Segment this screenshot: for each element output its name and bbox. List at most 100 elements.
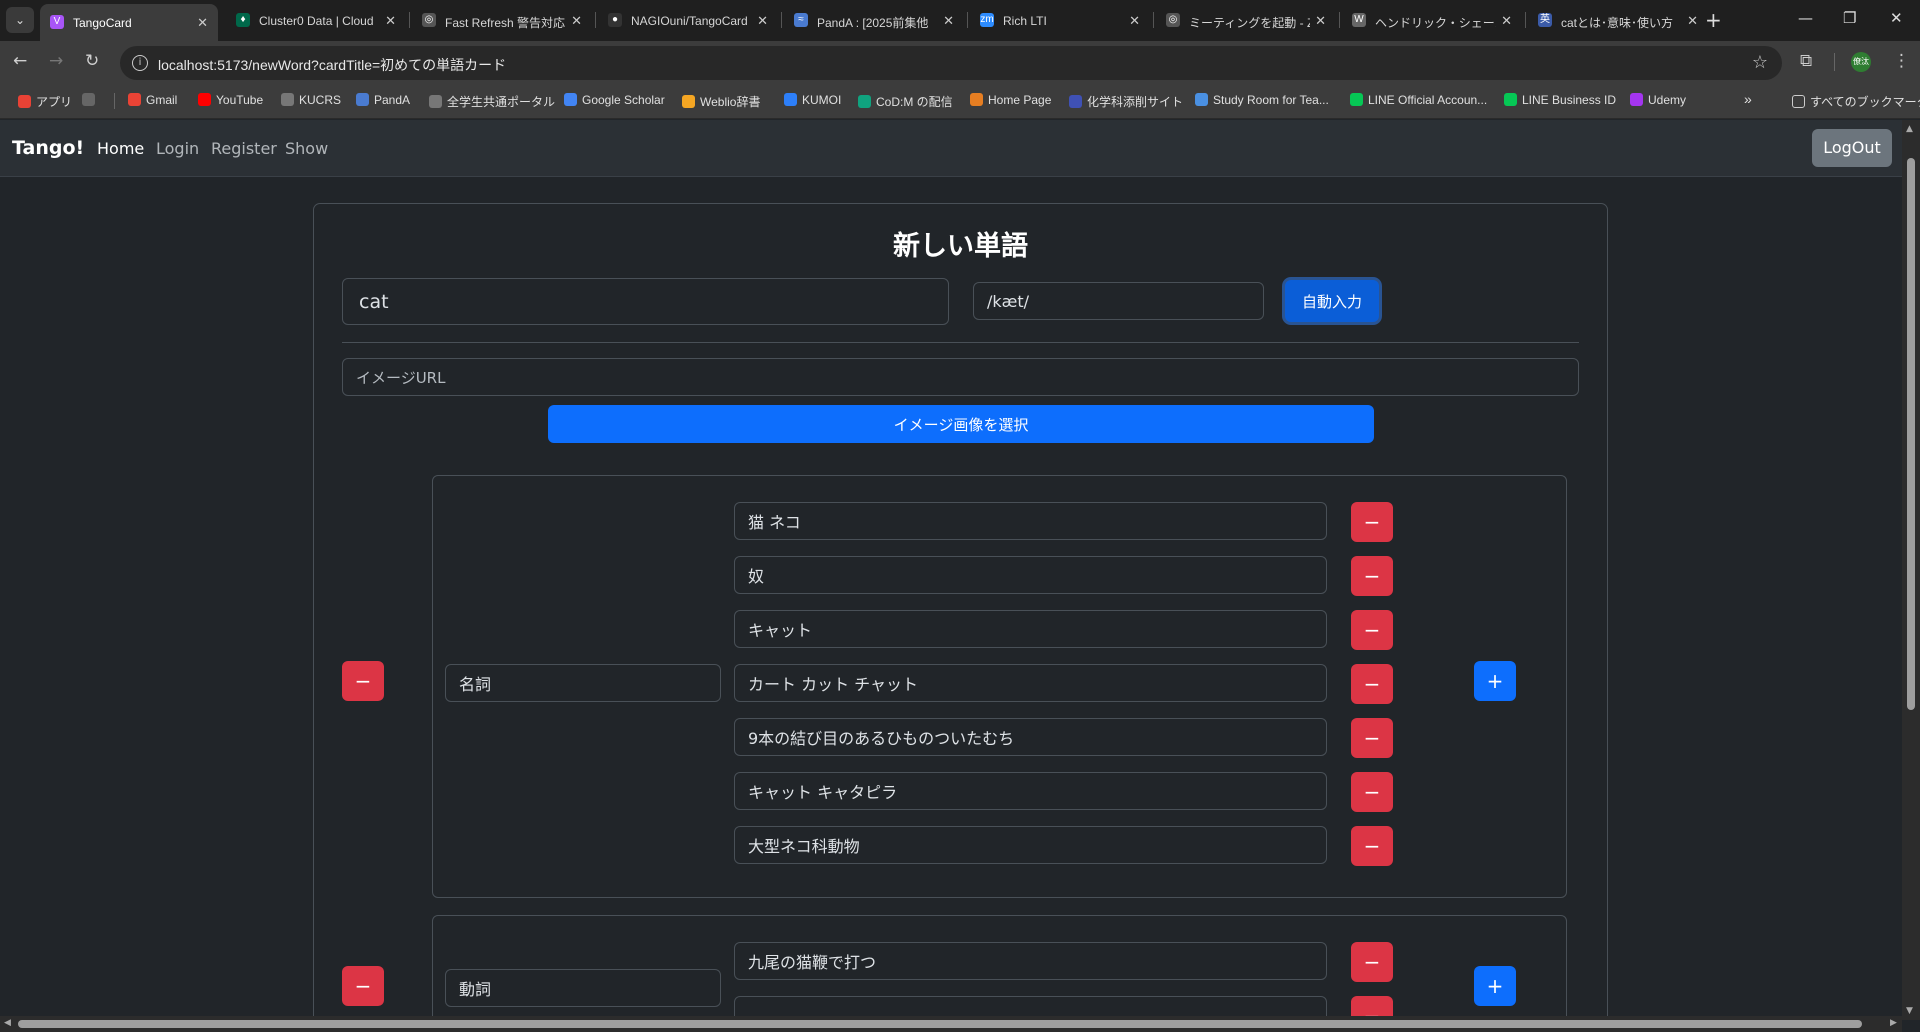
- add-meaning-button[interactable]: +: [1474, 966, 1516, 1006]
- browser-tab[interactable]: V TangoCard ✕: [40, 4, 218, 41]
- vertical-scroll-thumb[interactable]: [1907, 158, 1915, 710]
- tab-close-icon[interactable]: ✕: [1315, 13, 1326, 29]
- meaning-input[interactable]: 9本の結び目のあるひものついたむち: [734, 718, 1327, 756]
- profile-avatar[interactable]: 僚汰: [1851, 52, 1871, 72]
- new-tab-button[interactable]: +: [1705, 8, 1722, 32]
- site-info-icon[interactable]: i: [132, 55, 148, 71]
- bookmark-label: Udemy: [1648, 93, 1687, 107]
- scroll-down-icon[interactable]: ▼: [1906, 1006, 1913, 1016]
- tab-close-icon[interactable]: ✕: [571, 13, 582, 29]
- tab-close-icon[interactable]: ✕: [757, 13, 768, 29]
- part-of-speech-input[interactable]: 動詞: [445, 969, 721, 1007]
- browser-tab[interactable]: ◎ Fast Refresh 警告対応 ✕: [412, 6, 592, 35]
- menu-kebab-icon[interactable]: ⋮: [1893, 51, 1910, 71]
- tab-close-icon[interactable]: ✕: [1129, 13, 1140, 29]
- bookmark-item[interactable]: CoD:M の配信: [858, 93, 953, 110]
- browser-tab[interactable]: ● NAGIOuni/TangoCard ✕: [598, 6, 778, 35]
- forward-icon[interactable]: →: [49, 51, 63, 71]
- bookmark-item[interactable]: LINE Business ID: [1504, 93, 1616, 107]
- tab-close-icon[interactable]: ✕: [1501, 13, 1512, 29]
- bookmark-item[interactable]: 全学生共通ポータル: [429, 93, 555, 110]
- meaning-input[interactable]: 大型ネコ科動物: [734, 826, 1327, 864]
- tab-close-icon[interactable]: ✕: [385, 13, 396, 29]
- meaning-input[interactable]: カート カット チャット: [734, 664, 1327, 702]
- brand-logo[interactable]: Tango!: [12, 137, 84, 159]
- bookmark-item[interactable]: Udemy: [1630, 93, 1686, 107]
- restore-icon[interactable]: ❐: [1843, 9, 1856, 27]
- tab-separator: [1153, 12, 1154, 28]
- remove-meaning-button[interactable]: −: [1351, 502, 1393, 542]
- auto-fill-button[interactable]: 自動入力: [1285, 280, 1379, 322]
- bookmark-item[interactable]: [82, 93, 100, 107]
- horizontal-scrollbar[interactable]: ◀ ▶: [0, 1016, 1902, 1032]
- add-meaning-button[interactable]: +: [1474, 661, 1516, 701]
- remove-meaning-button[interactable]: −: [1351, 664, 1393, 704]
- nav-login[interactable]: Login: [156, 139, 199, 158]
- bookmark-item[interactable]: Home Page: [970, 93, 1051, 107]
- back-icon[interactable]: ←: [13, 51, 27, 71]
- remove-meaning-button[interactable]: −: [1351, 718, 1393, 758]
- part-of-speech-input[interactable]: 名詞: [445, 664, 721, 702]
- browser-tab[interactable]: ◎ ミーティングを起動 - Zoo ✕: [1156, 6, 1336, 35]
- tab-close-icon[interactable]: ✕: [943, 13, 954, 29]
- bookmark-item[interactable]: KUMOI: [784, 93, 841, 107]
- browser-tab[interactable]: ≈ PandA : [2025前集他 ✕: [784, 6, 964, 35]
- meaning-input[interactable]: 九尾の猫鞭で打つ: [734, 942, 1327, 980]
- remove-part-of-speech-button[interactable]: −: [342, 661, 384, 701]
- tab-title: PandA : [2025前集他: [817, 16, 929, 30]
- tab-close-icon[interactable]: ✕: [1687, 13, 1698, 29]
- remove-meaning-button[interactable]: −: [1351, 610, 1393, 650]
- bookmarks-overflow-icon[interactable]: »: [1744, 91, 1752, 107]
- reload-icon[interactable]: ↻: [85, 51, 99, 71]
- remove-meaning-button[interactable]: −: [1351, 826, 1393, 866]
- extensions-icon[interactable]: ⧉: [1800, 51, 1812, 71]
- bookmark-item[interactable]: Gmail: [128, 93, 177, 107]
- bookmark-item[interactable]: Weblio辞書: [682, 93, 760, 110]
- all-bookmarks-folder[interactable]: すべてのブックマーク: [1792, 93, 1920, 110]
- browser-tab[interactable]: ♦ Cluster0 Data | Cloud ✕: [226, 6, 406, 35]
- bookmark-item[interactable]: LINE Official Accoun...: [1350, 93, 1487, 107]
- select-image-button[interactable]: イメージ画像を選択: [548, 405, 1374, 443]
- browser-tab[interactable]: 英 catとは･意味･使い方 ✕: [1528, 6, 1708, 35]
- divider: [342, 342, 1579, 343]
- remove-meaning-button[interactable]: −: [1351, 772, 1393, 812]
- remove-meaning-button[interactable]: −: [1351, 556, 1393, 596]
- tab-list-button[interactable]: ⌄: [6, 7, 34, 33]
- minimize-icon[interactable]: —: [1798, 9, 1813, 27]
- word-input[interactable]: cat: [342, 278, 949, 325]
- bookmark-item[interactable]: 化学科添削サイト: [1069, 93, 1183, 110]
- bookmark-item[interactable]: アプリ: [18, 93, 72, 110]
- nav-register[interactable]: Register: [211, 139, 277, 158]
- remove-part-of-speech-button[interactable]: −: [342, 966, 384, 1006]
- bookmark-item[interactable]: Google Scholar: [564, 93, 665, 107]
- browser-tab[interactable]: W ヘンドリック・シェーン - W ✕: [1342, 6, 1522, 35]
- bookmark-item[interactable]: PandA: [356, 93, 410, 107]
- nav-home[interactable]: Home: [97, 139, 144, 158]
- close-window-icon[interactable]: ✕: [1890, 9, 1903, 27]
- scroll-up-icon[interactable]: ▲: [1906, 124, 1913, 134]
- bookmark-label: KUMOI: [802, 93, 842, 107]
- bookmark-star-icon[interactable]: ☆: [1752, 52, 1768, 73]
- browser-tab[interactable]: zm Rich LTI ✕: [970, 6, 1150, 35]
- bookmark-item[interactable]: Study Room for Tea...: [1195, 93, 1329, 107]
- meaning-input[interactable]: キャット: [734, 610, 1327, 648]
- tab-close-icon[interactable]: ✕: [197, 15, 208, 31]
- remove-meaning-button[interactable]: −: [1351, 942, 1393, 982]
- scroll-left-icon[interactable]: ◀: [4, 1018, 11, 1028]
- bookmark-item[interactable]: YouTube: [198, 93, 263, 107]
- bookmark-item[interactable]: KUCRS: [281, 93, 341, 107]
- meaning-input[interactable]: 猫 ネコ: [734, 502, 1327, 540]
- nav-show[interactable]: Show: [285, 139, 328, 158]
- vertical-scrollbar[interactable]: ▲ ▼: [1902, 120, 1920, 1020]
- image-url-input[interactable]: イメージURL: [342, 358, 1579, 396]
- horizontal-scroll-thumb[interactable]: [18, 1020, 1862, 1028]
- all-bookmarks-label: すべてのブックマーク: [1810, 95, 1920, 109]
- bookmark-favicon-icon: [682, 95, 695, 108]
- scroll-right-icon[interactable]: ▶: [1890, 1018, 1897, 1028]
- meaning-input[interactable]: キャット キャタピラ: [734, 772, 1327, 810]
- pronunciation-input[interactable]: /kæt/: [973, 282, 1264, 320]
- meaning-input[interactable]: 奴: [734, 556, 1327, 594]
- address-bar[interactable]: i localhost:5173/newWord?cardTitle=初めての単…: [120, 46, 1782, 80]
- logout-button[interactable]: LogOut: [1812, 129, 1892, 167]
- url-text[interactable]: localhost:5173/newWord?cardTitle=初めての単語カ…: [158, 55, 506, 75]
